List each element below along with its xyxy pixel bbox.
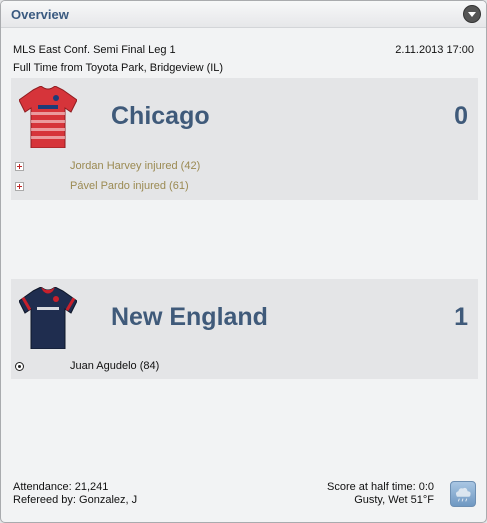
home-team-block: Chicago 0 (11, 78, 478, 154)
attendance-text: Attendance: 21,241 (13, 481, 109, 493)
event-text[interactable]: Pável Pardo injured (61) (70, 180, 189, 192)
event-row: Juan Agudelo (84) (11, 360, 478, 376)
panel-title: Overview (11, 7, 69, 22)
away-team-name[interactable]: New England (111, 303, 268, 332)
event-text[interactable]: Jordan Harvey injured (42) (70, 160, 200, 172)
weather-text: Gusty, Wet 51°F (354, 494, 434, 506)
panel-header: Overview (1, 1, 486, 28)
away-team-block: New England 1 (11, 279, 478, 355)
referee-text: Refereed by: Gonzalez, J (13, 494, 138, 506)
chevron-down-icon[interactable] (463, 5, 481, 23)
overview-panel: Overview MLS East Conf. Semi Final Leg 1… (0, 0, 487, 523)
competition-label: MLS East Conf. Semi Final Leg 1 (13, 44, 176, 56)
rain-cloud-icon (450, 481, 476, 507)
home-team-name[interactable]: Chicago (111, 102, 210, 131)
halftime-score-text: Score at half time: 0:0 (327, 481, 434, 493)
match-datetime: 2.11.2013 17:00 (395, 44, 474, 56)
rain-cloud-glyph (455, 487, 471, 502)
event-row: Jordan Harvey injured (42) (11, 160, 478, 176)
event-row: Pável Pardo injured (61) (11, 180, 478, 196)
new-england-jersey-icon (19, 287, 77, 349)
match-status: Full Time from Toyota Park, Bridgeview (… (13, 62, 224, 74)
home-events: Jordan Harvey injured (42) Pável Pardo i… (11, 154, 478, 200)
ball-icon (15, 362, 24, 371)
event-text[interactable]: Juan Agudelo (84) (70, 360, 159, 372)
away-score: 1 (454, 303, 468, 331)
away-events: Juan Agudelo (84) (11, 355, 478, 379)
chicago-jersey-icon (19, 86, 77, 148)
home-score: 0 (454, 102, 468, 130)
injury-icon (15, 162, 24, 171)
injury-icon (15, 182, 24, 191)
